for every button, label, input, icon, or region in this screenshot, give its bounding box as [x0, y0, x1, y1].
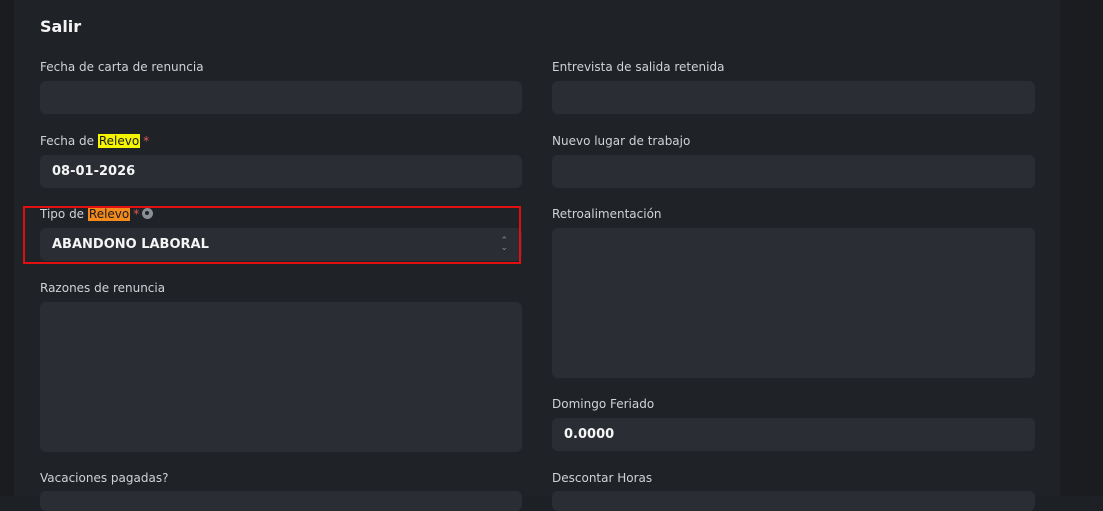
required-marker: *	[143, 134, 150, 148]
descontar-horas-input[interactable]	[552, 491, 1035, 511]
razones-label: Razones de renuncia	[40, 281, 166, 295]
fecha-relevo-label-highlight: Relevo	[97, 134, 141, 148]
domingo-feriado-label: Domingo Feriado	[552, 397, 655, 411]
entrevista-label: Entrevista de salida retenida	[552, 60, 725, 74]
fecha-relevo-label-prefix: Fecha de	[40, 134, 98, 148]
fecha-carta-label: Fecha de carta de renuncia	[40, 60, 204, 74]
nuevo-lugar-input[interactable]	[552, 155, 1035, 188]
fecha-relevo-label: Fecha de Relevo *	[40, 134, 149, 148]
descontar-horas-label: Descontar Horas	[552, 471, 653, 485]
retroalimentacion-textarea[interactable]	[552, 228, 1035, 378]
fecha-relevo-input[interactable]: 08-01-2026	[40, 155, 522, 188]
fecha-carta-input[interactable]	[40, 81, 522, 114]
vacaciones-input[interactable]	[40, 491, 522, 511]
vacaciones-label: Vacaciones pagadas?	[40, 471, 169, 485]
razones-textarea[interactable]	[40, 302, 522, 452]
focus-highlight-box	[23, 206, 521, 264]
left-margin	[0, 0, 14, 496]
retroalimentacion-label: Retroalimentación	[552, 207, 662, 221]
right-margin	[1060, 0, 1103, 496]
entrevista-input[interactable]	[552, 81, 1035, 114]
domingo-feriado-input[interactable]: 0.0000	[552, 418, 1035, 451]
nuevo-lugar-label: Nuevo lugar de trabajo	[552, 134, 691, 148]
section-title: Salir	[40, 17, 82, 36]
